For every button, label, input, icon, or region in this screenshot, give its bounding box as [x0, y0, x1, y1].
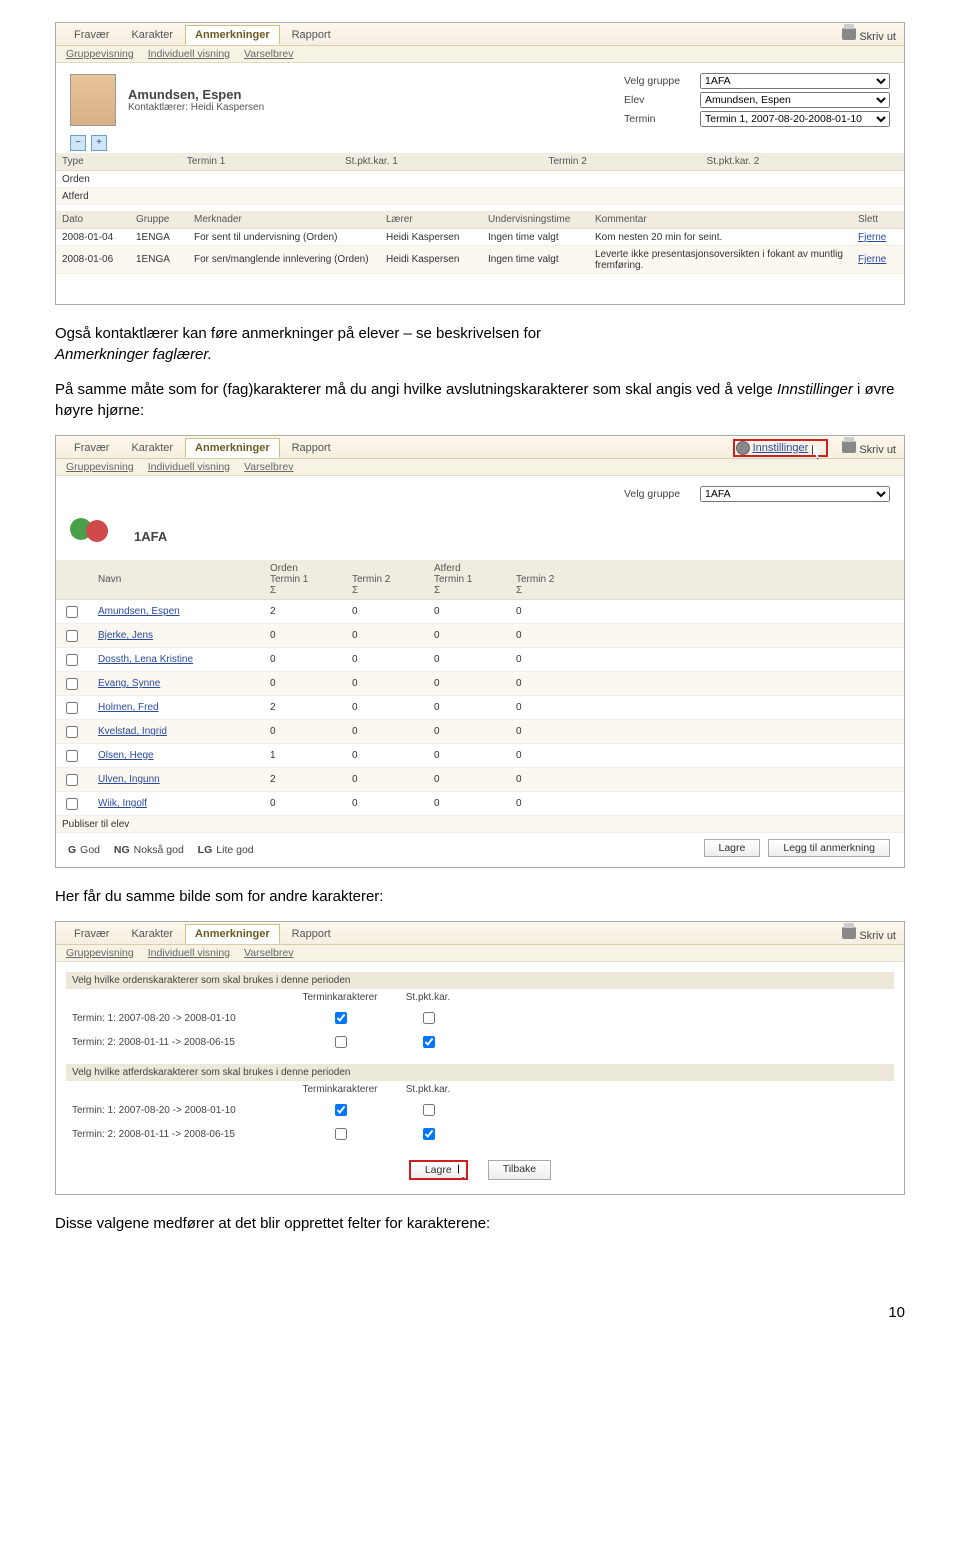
sub-varsel[interactable]: Varselbrev [244, 461, 293, 473]
cursor-icon [812, 445, 824, 459]
lbl-elev: Elev [624, 94, 694, 106]
chk-atferd-t2-termin[interactable] [335, 1128, 347, 1140]
para-3: Her får du samme bilde som for andre kar… [55, 886, 905, 907]
para-1: Også kontaktlærer kan føre anmerkninger … [55, 323, 905, 365]
row-check[interactable] [66, 774, 78, 786]
chk-atferd-t2-stpkt[interactable] [423, 1128, 435, 1140]
tab-fravaer[interactable]: Fravær [64, 438, 119, 458]
q-atferd: Velg hvilke atferdskarakterer som skal b… [66, 1064, 894, 1081]
sub-gruppe[interactable]: Gruppevisning [66, 48, 134, 60]
sub-indiv[interactable]: Individuell visning [148, 461, 230, 473]
table-merknader: DatoGruppeMerknaderLærerUndervisningstim… [56, 211, 904, 274]
print-icon [842, 927, 856, 939]
sel-group[interactable]: 1AFA [700, 73, 890, 89]
gear-icon [737, 442, 749, 454]
lbl-group: Velg gruppe [624, 488, 694, 500]
row-check[interactable] [66, 750, 78, 762]
tab-anmerkninger[interactable]: Anmerkninger [185, 438, 280, 458]
person-name: Amundsen, Espen [128, 87, 264, 102]
tab-anmerkninger[interactable]: Anmerkninger [185, 25, 280, 45]
tab-fravaer[interactable]: Fravær [64, 25, 119, 45]
expand-btn[interactable]: − [70, 135, 86, 151]
tab-karakter[interactable]: Karakter [121, 924, 183, 944]
para-4: Disse valgene medfører at det blir oppre… [55, 1213, 905, 1234]
chk-orden-t1-stpkt[interactable] [423, 1012, 435, 1024]
student-link[interactable]: Kvelstad, Ingrid [98, 726, 167, 737]
tab-karakter[interactable]: Karakter [121, 25, 183, 45]
student-link[interactable]: Olsen, Hege [98, 750, 154, 761]
tab-rapport[interactable]: Rapport [282, 25, 341, 45]
sel-group[interactable]: 1AFA [700, 486, 890, 502]
print-link[interactable]: Skriv ut [842, 441, 896, 456]
person-sub: Kontaktlærer: Heidi Kaspersen [128, 102, 264, 113]
add-btn[interactable]: + [91, 135, 107, 151]
avatar [70, 74, 116, 126]
row-check[interactable] [66, 654, 78, 666]
sub-indiv[interactable]: Individuell visning [148, 947, 230, 959]
publish-row: Publiser til elev [56, 816, 904, 833]
fjerne-link[interactable]: Fjerne [858, 254, 886, 265]
student-link[interactable]: Amundsen, Espen [98, 606, 180, 617]
sub-gruppe[interactable]: Gruppevisning [66, 947, 134, 959]
sub-varsel[interactable]: Varselbrev [244, 947, 293, 959]
chk-atferd-t1-stpkt[interactable] [423, 1104, 435, 1116]
chk-orden-t1-termin[interactable] [335, 1012, 347, 1024]
sub-indiv[interactable]: Individuell visning [148, 48, 230, 60]
chk-orden-t2-stpkt[interactable] [423, 1036, 435, 1048]
table-students: Navn OrdenTermin 1Σ Termin 2Σ AtferdTerm… [56, 560, 904, 833]
legg-til-button[interactable]: Legg til anmerkning [768, 839, 890, 857]
student-link[interactable]: Bjerke, Jens [98, 630, 153, 641]
group-icon [70, 514, 122, 558]
screenshot-individual: Fravær Karakter Anmerkninger Rapport Skr… [55, 22, 905, 305]
sub-gruppe[interactable]: Gruppevisning [66, 461, 134, 473]
group-name: 1AFA [134, 529, 167, 544]
screenshot-group: Fravær Karakter Anmerkninger Rapport Inn… [55, 435, 905, 868]
student-link[interactable]: Evang, Synne [98, 678, 160, 689]
row-check[interactable] [66, 678, 78, 690]
fjerne-link[interactable]: Fjerne [858, 232, 886, 243]
lbl-term: Termin [624, 113, 694, 125]
print-icon [842, 28, 856, 40]
row-check[interactable] [66, 630, 78, 642]
student-link[interactable]: Holmen, Fred [98, 702, 159, 713]
lbl-group: Velg gruppe [624, 75, 694, 87]
student-link[interactable]: Ulven, Ingunn [98, 774, 160, 785]
tab-rapport[interactable]: Rapport [282, 438, 341, 458]
tab-karakter[interactable]: Karakter [121, 438, 183, 458]
row-check[interactable] [66, 726, 78, 738]
print-icon [842, 441, 856, 453]
chk-atferd-t1-termin[interactable] [335, 1104, 347, 1116]
student-link[interactable]: Wiik, Ingolf [98, 798, 147, 809]
innstillinger-link-highlighted[interactable]: Innstillinger [733, 439, 829, 457]
table-type: TypeTermin 1St.pkt.kar. 1Termin 2St.pkt.… [56, 153, 904, 205]
tab-fravaer[interactable]: Fravær [64, 924, 119, 944]
row-check[interactable] [66, 702, 78, 714]
chk-orden-t2-termin[interactable] [335, 1036, 347, 1048]
sub-varsel[interactable]: Varselbrev [244, 48, 293, 60]
print-link[interactable]: Skriv ut [842, 28, 896, 43]
tilbake-button[interactable]: Tilbake [488, 1160, 551, 1180]
tab-rapport[interactable]: Rapport [282, 924, 341, 944]
tabs: Fravær Karakter Anmerkninger Rapport Skr… [56, 23, 904, 46]
page-number: 10 [0, 1278, 960, 1321]
lagre-button[interactable]: Lagre [704, 839, 761, 857]
row-check[interactable] [66, 606, 78, 618]
student-link[interactable]: Dossth, Lena Kristine [98, 654, 193, 665]
sel-elev[interactable]: Amundsen, Espen [700, 92, 890, 108]
tab-anmerkninger[interactable]: Anmerkninger [185, 924, 280, 944]
screenshot-settings: Fravær Karakter Anmerkninger Rapport Skr… [55, 921, 905, 1195]
sel-term[interactable]: Termin 1, 2007-08-20-2008-01-10 [700, 111, 890, 127]
row-check[interactable] [66, 798, 78, 810]
print-link[interactable]: Skriv ut [842, 927, 896, 942]
para-2: På samme måte som for (fag)karakterer må… [55, 379, 905, 421]
q-orden: Velg hvilke ordenskarakterer som skal br… [66, 972, 894, 989]
